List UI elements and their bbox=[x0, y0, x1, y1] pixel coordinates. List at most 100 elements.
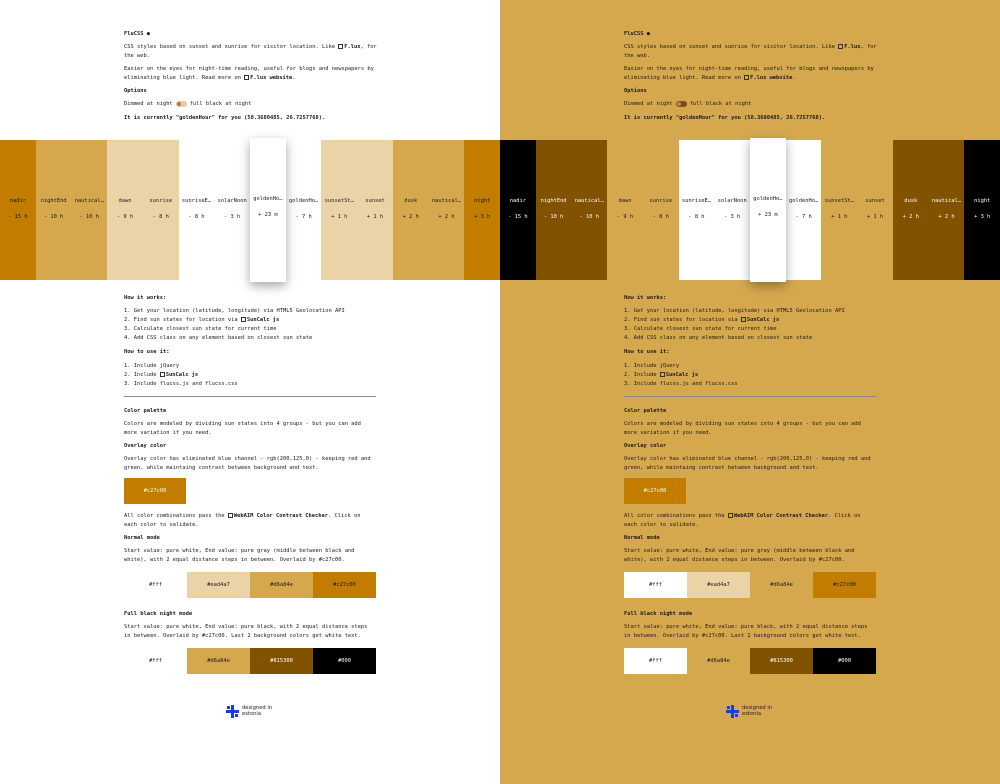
sun-state-cell[interactable]: nautical… - 10 h bbox=[571, 140, 608, 280]
sun-state-cell[interactable]: solarNoon - 3 h bbox=[714, 140, 751, 280]
sun-state-cell[interactable]: sunrise - 8 h bbox=[642, 140, 679, 280]
sun-state-name: nautical… bbox=[574, 198, 604, 204]
sun-state-name: sunriseE… bbox=[681, 198, 712, 204]
sun-state-time: + 2 h bbox=[938, 214, 955, 220]
how-to-use-list: 1. Include jQuery 2. Include SunCalc js … bbox=[624, 362, 876, 388]
normal-mode-heading: Normal mode bbox=[124, 534, 160, 541]
sun-state-name: solarNoon bbox=[717, 198, 747, 204]
sun-state-cell[interactable]: goldenHo… - 7 h bbox=[785, 140, 822, 280]
color-swatch[interactable]: #d6a84e bbox=[750, 572, 813, 598]
external-link-icon bbox=[244, 74, 250, 80]
color-swatch[interactable]: #c27c00 bbox=[313, 572, 376, 598]
sun-state-cell[interactable]: dawn - 9 h bbox=[107, 140, 143, 280]
docs-section: How it works: 1. Get your location (lati… bbox=[624, 292, 876, 686]
sun-state-time: + 1 h bbox=[831, 214, 848, 220]
sun-state-name: night bbox=[474, 198, 491, 204]
sun-state-cell[interactable]: sunset + 1 h bbox=[857, 140, 893, 280]
normal-mode-text: Start value: pure white, End value: pure… bbox=[624, 548, 855, 563]
color-swatch[interactable]: #fff bbox=[124, 572, 187, 598]
sun-state-cell[interactable]: sunriseE… - 8 h bbox=[678, 140, 715, 280]
color-swatch[interactable]: #815300 bbox=[750, 648, 813, 675]
github-icon[interactable]: ● bbox=[147, 31, 150, 37]
black-swatch-row: #fff #d6a84e #815300 #000 bbox=[124, 648, 376, 675]
sun-state-cell[interactable]: goldenHo… + 23 m bbox=[250, 138, 286, 282]
flux-website-link[interactable]: F.lux website bbox=[750, 75, 792, 81]
flux-website-link[interactable]: F.lux website bbox=[250, 75, 292, 81]
sun-state-cell[interactable]: dusk + 2 h bbox=[392, 140, 429, 280]
sun-state-time: - 10 h bbox=[543, 214, 564, 220]
flux-link[interactable]: F.lux bbox=[844, 44, 860, 50]
sun-state-time: + 2 h bbox=[402, 214, 419, 220]
color-swatch[interactable]: #d6a84e bbox=[187, 648, 250, 675]
color-swatch[interactable]: #815300 bbox=[250, 648, 313, 675]
suncalc-link[interactable]: SunCalc js bbox=[747, 317, 779, 323]
estonia-mark-icon bbox=[226, 705, 239, 718]
sun-state-cell[interactable]: night + 3 h bbox=[964, 140, 1000, 280]
normal-mode-text: Start value: pure white, End value: pure… bbox=[124, 548, 355, 563]
sun-state-cell[interactable]: dusk + 2 h bbox=[892, 140, 929, 280]
sun-state-cell[interactable]: nadir - 15 h bbox=[500, 140, 536, 280]
color-swatch[interactable]: #d6a84e bbox=[687, 648, 750, 675]
webaim-link[interactable]: WebAIM Color Contrast Checker bbox=[734, 513, 828, 519]
sun-state-cell[interactable]: night + 3 h bbox=[464, 140, 500, 280]
intro-text: CSS styles based on sunset and sunrise f… bbox=[624, 44, 877, 59]
sun-state-cell[interactable]: dawn - 9 h bbox=[607, 140, 643, 280]
sun-state-cell[interactable]: sunsetSt… + 1 h bbox=[821, 140, 858, 280]
sun-state-time: + 3 h bbox=[474, 214, 491, 220]
page-title: FluCSS ● bbox=[124, 31, 150, 37]
sun-state-cell[interactable]: nadir - 15 h bbox=[0, 140, 36, 280]
list-item: 1. Include jQuery bbox=[124, 362, 180, 369]
normal-mode-heading: Normal mode bbox=[624, 534, 660, 541]
color-swatch[interactable]: #ead4a7 bbox=[687, 572, 750, 598]
sun-state-cell[interactable]: goldenHo… + 23 m bbox=[750, 138, 786, 282]
sun-state-cell[interactable]: nautical… + 2 h bbox=[928, 140, 965, 280]
list-item: 3. Include flucss.js and flucss.css bbox=[124, 380, 238, 387]
sun-state-cell[interactable]: sunset + 1 h bbox=[357, 140, 393, 280]
sun-state-cell[interactable]: nautical… + 2 h bbox=[428, 140, 465, 280]
sun-state-cell[interactable]: goldenHo… - 7 h bbox=[285, 140, 322, 280]
sun-state-time: - 8 h bbox=[188, 214, 205, 220]
overlay-swatch[interactable]: #c27c00 bbox=[624, 478, 686, 505]
suncalc-link[interactable]: SunCalc js bbox=[166, 372, 198, 378]
how-to-use-heading: How to use it: bbox=[124, 349, 170, 356]
external-link-icon bbox=[740, 317, 746, 323]
sun-state-cell[interactable]: nightEnd - 10 h bbox=[535, 140, 572, 280]
overlay-swatch[interactable]: #c27c00 bbox=[124, 478, 186, 505]
color-swatch[interactable]: #fff bbox=[624, 572, 687, 598]
sun-state-time: + 1 h bbox=[366, 214, 384, 220]
sun-state-cell[interactable]: nautical… - 10 h bbox=[71, 140, 108, 280]
sun-state-cell[interactable]: sunriseE… - 8 h bbox=[178, 140, 215, 280]
sun-state-cell[interactable]: sunsetSt… + 1 h bbox=[321, 140, 358, 280]
color-swatch[interactable]: #fff bbox=[624, 648, 687, 675]
palette-intro: Colors are modeled by dividing sun state… bbox=[624, 421, 861, 436]
overlay-text: Overlay color has eliminated blue channe… bbox=[624, 456, 871, 471]
color-swatch[interactable]: #d6a84e bbox=[250, 572, 313, 598]
suncalc-link[interactable]: SunCalc js bbox=[666, 372, 698, 378]
sun-state-cell[interactable]: nightEnd - 10 h bbox=[35, 140, 72, 280]
color-swatch[interactable]: #000 bbox=[813, 648, 876, 675]
github-icon[interactable]: ● bbox=[647, 31, 650, 37]
color-swatch[interactable]: #ead4a7 bbox=[187, 572, 250, 598]
sun-state-time: - 8 h bbox=[152, 214, 169, 220]
night-mode-toggle[interactable] bbox=[175, 101, 187, 108]
designed-in-estonia-logo[interactable]: designed in estonia bbox=[726, 705, 772, 718]
palette-intro: Colors are modeled by dividing sun state… bbox=[124, 421, 361, 436]
sun-state-cell[interactable]: sunrise - 8 h bbox=[142, 140, 179, 280]
flux-link[interactable]: F.lux bbox=[344, 44, 360, 50]
sun-state-name: sunset bbox=[865, 198, 885, 204]
webaim-link[interactable]: WebAIM Color Contrast Checker bbox=[234, 513, 328, 519]
sun-state-cell[interactable]: solarNoon - 3 h bbox=[214, 140, 251, 280]
how-to-use-heading: How to use it: bbox=[624, 349, 670, 356]
sun-state-name: nautical… bbox=[74, 198, 104, 204]
sun-state-time: + 2 h bbox=[902, 214, 919, 220]
night-mode-toggle[interactable] bbox=[675, 101, 687, 108]
color-swatch[interactable]: #000 bbox=[313, 648, 376, 675]
palette-heading: Color palette bbox=[124, 407, 167, 414]
color-swatch[interactable]: #fff bbox=[124, 648, 187, 675]
list-item: 3. Include flucss.js and flucss.css bbox=[624, 380, 738, 387]
options-heading: Options bbox=[124, 87, 147, 94]
color-swatch[interactable]: #c27c00 bbox=[813, 572, 876, 598]
designed-in-estonia-logo[interactable]: designed in estonia bbox=[226, 705, 272, 718]
sun-state-name: sunsetSt… bbox=[824, 198, 854, 204]
suncalc-link[interactable]: SunCalc js bbox=[247, 317, 279, 323]
